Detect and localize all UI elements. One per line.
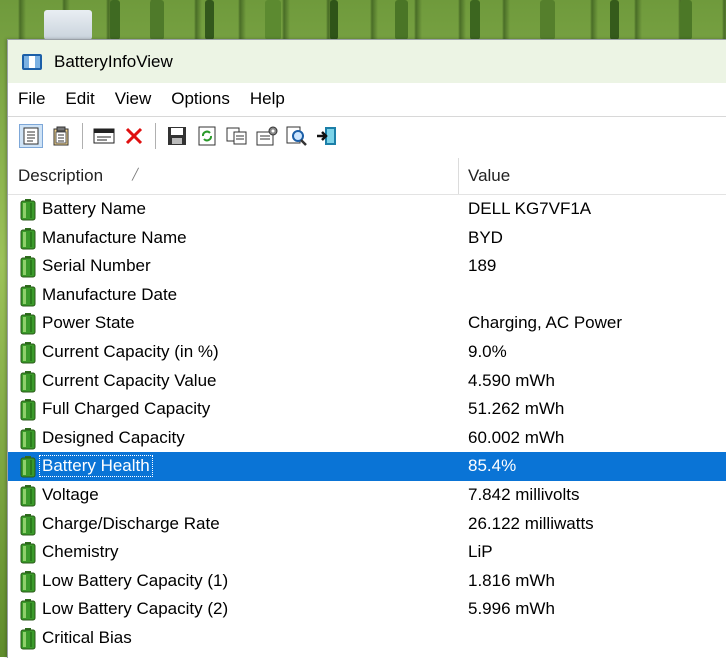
row-description: Serial Number [42, 256, 151, 276]
battery-icon [20, 427, 36, 455]
row-value: DELL KG7VF1A [468, 199, 592, 218]
row-description: Designed Capacity [42, 427, 185, 447]
menu-view[interactable]: View [105, 84, 162, 114]
title-bar[interactable]: BatteryInfoView [8, 40, 726, 83]
row-value: LiP [468, 542, 493, 562]
row-description: Manufacture Date [42, 284, 178, 304]
window-icon[interactable] [92, 124, 116, 148]
row-value: BYD [468, 227, 503, 247]
battery-icon [20, 227, 36, 255]
battery-icon [20, 456, 36, 483]
desktop-icon[interactable] [44, 10, 92, 40]
window-title: BatteryInfoView [54, 51, 173, 71]
row-value: Charging, AC Power [468, 313, 623, 333]
row-description: Power State [42, 313, 135, 333]
row-description: Manufacture Name [42, 227, 187, 247]
row-value: 7.842 millivolts [468, 484, 580, 504]
delete-icon[interactable] [122, 124, 146, 148]
menu-bar: File Edit View Options Help [8, 83, 726, 115]
row-description: Current Capacity (in %) [42, 341, 219, 361]
toolbar [8, 116, 726, 155]
row-description: Battery Name [42, 199, 146, 218]
row-value: 85.4% [468, 456, 517, 476]
row-description: Voltage [42, 484, 99, 504]
menu-edit[interactable]: Edit [55, 84, 104, 114]
column-header-description[interactable]: Description [18, 154, 103, 194]
list-row[interactable]: Charge/Discharge Rate 26.122 milliwatts [8, 510, 726, 539]
list-row[interactable]: Current Capacity (in %) 9.0% [8, 338, 726, 367]
refresh-icon[interactable] [195, 124, 219, 148]
row-value: 1.816 mWh [468, 570, 555, 590]
battery-icon [20, 542, 36, 569]
battery-icon [20, 484, 36, 512]
list-row[interactable]: Full Charged Capacity 51.262 mWh [8, 395, 726, 424]
list-row[interactable]: Manufacture Date [8, 281, 726, 310]
row-value: 4.590 mWh [468, 370, 555, 390]
battery-icon [20, 370, 36, 398]
sort-ascending-icon: ╱ [132, 169, 139, 181]
list-row[interactable]: Manufacture Name BYD [8, 224, 726, 253]
find-icon[interactable] [285, 124, 309, 148]
list-row[interactable]: Chemistry LiP [8, 538, 726, 567]
exit-icon[interactable] [315, 124, 339, 148]
toolbar-separator [155, 122, 156, 149]
list-row[interactable]: Low Battery Capacity (1) 1.816 mWh [8, 567, 726, 596]
battery-icon [20, 341, 36, 369]
battery-icon [20, 513, 36, 541]
menu-options[interactable]: Options [161, 84, 240, 114]
row-description: Critical Bias [42, 627, 132, 647]
list-row[interactable]: Battery Name DELL KG7VF1A [8, 195, 726, 224]
list-row[interactable]: Current Capacity Value 4.590 mWh [8, 367, 726, 396]
app-window: BatteryInfoView File Edit View Options H… [7, 39, 726, 658]
battery-info-list: Battery Name DELL KG7VF1A Manufacture Name… [8, 195, 726, 653]
column-divider[interactable] [458, 158, 459, 194]
list-row[interactable]: Designed Capacity 60.002 mWh [8, 424, 726, 453]
column-header-value[interactable]: Value [468, 154, 510, 194]
row-description: Low Battery Capacity (1) [42, 570, 229, 590]
list-row[interactable]: Battery Health 85.4% [8, 452, 726, 481]
toolbar-separator [82, 122, 83, 149]
menu-help[interactable]: Help [240, 84, 295, 114]
battery-icon [20, 313, 36, 340]
row-description: Charge/Discharge Rate [42, 513, 220, 533]
row-description: Low Battery Capacity (2) [42, 599, 229, 619]
menu-file[interactable]: File [8, 84, 55, 114]
list-row[interactable]: Power State Charging, AC Power [8, 309, 726, 338]
list-header: Description ╱ Value [8, 154, 726, 195]
battery-icon [20, 570, 36, 598]
save-icon[interactable] [165, 124, 189, 148]
list-row[interactable]: Voltage 7.842 millivolts [8, 481, 726, 510]
options-icon[interactable] [255, 124, 279, 148]
battery-icon [20, 199, 36, 226]
battery-icon [20, 627, 36, 655]
battery-icon [20, 599, 36, 626]
row-value: 9.0% [468, 341, 507, 361]
list-row[interactable]: Low Battery Capacity (2) 5.996 mWh [8, 595, 726, 624]
row-value: 60.002 mWh [468, 427, 565, 447]
row-value: 189 [468, 256, 497, 276]
clipboard-icon[interactable] [49, 124, 73, 148]
battery-icon [20, 256, 36, 283]
row-value: 5.996 mWh [468, 599, 555, 619]
row-description: Chemistry [42, 542, 119, 562]
row-value: 26.122 milliwatts [468, 513, 594, 533]
battery-icon [20, 284, 36, 312]
row-description: Full Charged Capacity [42, 399, 211, 419]
properties-icon[interactable] [19, 123, 43, 148]
battery-icon [20, 399, 36, 426]
row-description: Battery Health [39, 455, 153, 478]
list-row[interactable]: Serial Number 189 [8, 252, 726, 281]
app-icon [22, 53, 42, 70]
list-row[interactable]: Critical Bias [8, 624, 726, 653]
row-value: 51.262 mWh [468, 399, 565, 419]
copy-icon[interactable] [225, 124, 249, 148]
row-description: Current Capacity Value [42, 370, 217, 390]
